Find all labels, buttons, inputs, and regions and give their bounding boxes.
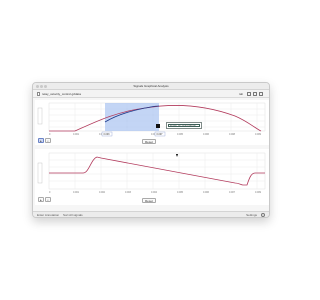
svg-text:0.001: 0.001 (73, 133, 80, 136)
svg-text:0.001: 0.001 (73, 191, 80, 194)
svg-text:0.005: 0.005 (177, 133, 184, 136)
bookmark-icon[interactable] (247, 92, 251, 96)
signals-window: Signals Graphical Analysis relay_velocit… (32, 82, 270, 218)
svg-text:0: 0 (49, 191, 51, 194)
help-icon[interactable] (259, 92, 263, 96)
file-name: relay_velocity_control.g2data (42, 92, 81, 96)
export-icon[interactable] (253, 92, 257, 96)
svg-text:0.009: 0.009 (255, 191, 262, 194)
svg-text:0: 0 (49, 133, 51, 136)
bottom-zoom-button[interactable]: ⌕ (45, 197, 51, 202)
search-icon[interactable] (261, 213, 265, 217)
cursor-icon: ▸ (40, 139, 42, 143)
y-axis-label-box-bottom (37, 162, 43, 184)
tab-button[interactable]: tab (239, 92, 243, 96)
top-reset-button[interactable]: Reset (142, 139, 156, 144)
bottom-pan-button[interactable]: ▸ (38, 197, 44, 202)
cursor-icon: ▸ (40, 198, 42, 202)
annotation-input[interactable]: Enter an annotation (166, 122, 202, 129)
bottom-x-ticks: 0 0.001 0.002 0.003 0.004 0.005 0.006 0.… (49, 191, 262, 194)
top-plot-panel: 0 0.001 0.002 0.004 0.005 0.006 0.008 0.… (35, 100, 269, 145)
status-bar: Enter Annotation Sort All signals Settin… (33, 211, 269, 217)
svg-text:0.002: 0.002 (99, 191, 106, 194)
status-left[interactable]: Enter Annotation (37, 213, 59, 217)
svg-text:0.003: 0.003 (125, 191, 132, 194)
svg-text:0.004: 0.004 (151, 191, 158, 194)
top-zoom-button[interactable]: ⌕ (45, 138, 51, 143)
top-pan-button[interactable]: ▸ (38, 138, 44, 143)
pointer-icon (176, 154, 178, 157)
status-middle[interactable]: Sort All signals (63, 213, 83, 217)
annotation-marker[interactable] (156, 124, 160, 128)
svg-text:0.005: 0.005 (177, 191, 184, 194)
selection-end-label: 0.007 (157, 133, 164, 136)
svg-text:0.006: 0.006 (203, 191, 210, 194)
bottom-plot-panel: 0 0.001 0.002 0.003 0.004 0.005 0.006 0.… (35, 149, 269, 205)
document-icon (37, 92, 40, 96)
magnifier-icon: ⌕ (47, 139, 49, 143)
toolbar: relay_velocity_control.g2data tab (33, 90, 269, 98)
status-right[interactable]: Settings (246, 213, 257, 217)
bottom-plot[interactable]: 0 0.001 0.002 0.003 0.004 0.005 0.006 0.… (35, 149, 269, 205)
selection-start-label: 0.003 (104, 133, 111, 136)
title-bar: Signals Graphical Analysis (33, 83, 269, 90)
bottom-plot-area (48, 152, 266, 190)
svg-text:0.006: 0.006 (203, 133, 210, 136)
y-axis-label-box (37, 107, 43, 125)
svg-text:0.008: 0.008 (229, 133, 236, 136)
magnifier-icon: ⌕ (47, 198, 49, 202)
window-title: Signals Graphical Analysis (133, 84, 169, 88)
svg-text:0.007: 0.007 (229, 191, 236, 194)
bottom-reset-button[interactable]: Reset (142, 198, 156, 203)
svg-text:0.009: 0.009 (255, 133, 262, 136)
